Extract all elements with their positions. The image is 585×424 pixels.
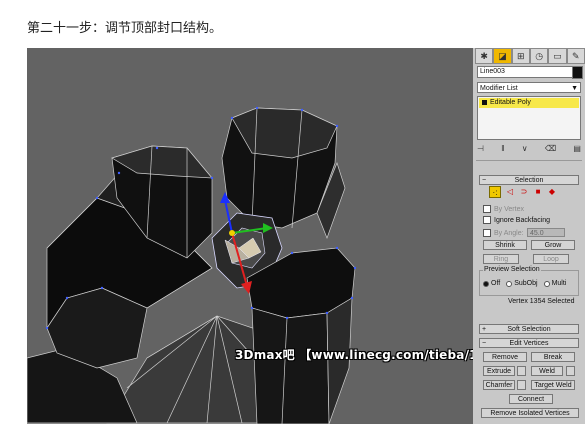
preview-multi-radio[interactable]: Multi — [543, 280, 567, 287]
target-weld-button[interactable]: Target Weld — [531, 380, 575, 390]
selection-rollout-header[interactable]: − Selection — [479, 175, 579, 185]
stack-toolbar: ⊣ ǁ ∨ ⌫ ▤ — [477, 144, 581, 156]
break-button[interactable]: Break — [531, 352, 575, 362]
divider — [476, 160, 582, 161]
motion-tab-icon[interactable]: ◷ — [529, 48, 549, 64]
stack-item-icon — [482, 100, 487, 105]
object-color-swatch[interactable] — [572, 66, 583, 79]
collapse-icon: − — [482, 340, 487, 347]
by-angle-label: By Angle: — [494, 229, 524, 237]
extrude-button[interactable]: Extrude — [483, 366, 515, 376]
pin-stack-icon[interactable]: ⊣ — [477, 144, 484, 156]
ignore-backfacing-label: Ignore Backfacing — [494, 216, 551, 224]
modifier-stack: Editable Poly — [477, 96, 581, 140]
3d-viewport[interactable] — [27, 48, 473, 424]
soft-selection-rollout-header[interactable]: + Soft Selection — [479, 324, 579, 334]
lower-right-tube-mesh — [246, 247, 356, 424]
preview-subobj-label: SubObj — [514, 280, 538, 287]
checkbox-box — [483, 229, 491, 237]
element-mode-icon[interactable]: ◆ — [547, 186, 557, 196]
chamfer-settings-icon[interactable] — [517, 380, 526, 390]
preview-off-label: Off — [491, 280, 501, 287]
preview-off-radio[interactable]: Off — [483, 280, 500, 287]
make-unique-icon[interactable]: ∨ — [522, 144, 528, 156]
checkbox-box — [483, 205, 491, 213]
radio-dot — [483, 280, 489, 287]
shrink-button[interactable]: Shrink — [483, 240, 527, 250]
command-panel: ✱ ◪ ⊞ ◷ ▭ ✎ Line003 Modifier List ▼ Edit… — [473, 48, 585, 424]
angle-spinner[interactable]: 45.0 — [527, 228, 565, 237]
weld-button[interactable]: Weld — [531, 366, 563, 376]
stack-item-label: Editable Poly — [490, 99, 531, 106]
radio-dot — [506, 280, 513, 287]
edge-mode-icon[interactable]: ◁ — [505, 186, 515, 196]
weld-settings-icon[interactable] — [566, 366, 575, 376]
loop-button[interactable]: Loop — [533, 254, 569, 264]
soft-selection-title: Soft Selection — [507, 326, 551, 333]
preview-subobj-radio[interactable]: SubObj — [506, 280, 538, 287]
stack-item-editable-poly[interactable]: Editable Poly — [479, 98, 579, 108]
modifier-list-dropdown[interactable]: Modifier List ▼ — [477, 82, 581, 93]
edit-vertices-title: Edit Vertices — [509, 340, 549, 347]
by-angle-checkbox[interactable]: By Angle: — [483, 229, 524, 237]
command-panel-tabs: ✱ ◪ ⊞ ◷ ▭ ✎ — [475, 48, 585, 64]
create-tab-icon[interactable]: ✱ — [475, 48, 494, 64]
chamfer-button[interactable]: Chamfer — [483, 380, 515, 390]
collapse-icon: − — [482, 177, 487, 184]
preview-selection-radios: Off SubObj Multi — [483, 280, 566, 287]
selection-status-text: Vertex 1354 Selected — [508, 298, 575, 305]
modifier-list-label: Modifier List — [480, 85, 518, 92]
extrude-settings-icon[interactable] — [517, 366, 526, 376]
polygon-mode-icon[interactable]: ■ — [533, 186, 543, 196]
configure-modifier-sets-icon[interactable]: ▤ — [573, 144, 581, 156]
vertex-mode-icon[interactable]: ·: — [489, 186, 501, 198]
hierarchy-tab-icon[interactable]: ⊞ — [511, 48, 530, 64]
subobject-level-buttons: ·: ◁ ⊃ ■ ◆ — [489, 186, 557, 198]
utilities-tab-icon[interactable]: ✎ — [566, 48, 585, 64]
border-mode-icon[interactable]: ⊃ — [519, 186, 529, 196]
show-end-result-icon[interactable]: ǁ — [501, 144, 504, 156]
checkbox-box — [483, 216, 491, 224]
chevron-down-icon: ▼ — [571, 85, 578, 92]
preview-multi-label: Multi — [551, 280, 567, 287]
step-caption: 第二十一步：调节顶部封口结构。 — [27, 21, 223, 36]
preview-selection-label: Preview Selection — [483, 266, 541, 273]
by-vertex-checkbox[interactable]: By Vertex — [483, 205, 524, 213]
mesh-render — [27, 106, 357, 424]
ignore-backfacing-checkbox[interactable]: Ignore Backfacing — [483, 216, 550, 224]
edit-vertices-rollout-header[interactable]: − Edit Vertices — [479, 338, 579, 348]
by-vertex-label: By Vertex — [494, 205, 524, 213]
remove-button[interactable]: Remove — [483, 352, 527, 362]
radio-dot — [543, 280, 550, 287]
selection-rollout-title: Selection — [514, 177, 544, 184]
object-name-field[interactable]: Line003 — [477, 66, 573, 78]
display-tab-icon[interactable]: ▭ — [548, 48, 567, 64]
connect-button[interactable]: Connect — [509, 394, 553, 404]
remove-isolated-vertices-button[interactable]: Remove Isolated Vertices — [481, 408, 579, 418]
expand-icon: + — [482, 326, 487, 333]
modify-tab-icon[interactable]: ◪ — [493, 48, 512, 64]
ring-button[interactable]: Ring — [483, 254, 519, 264]
remove-modifier-icon[interactable]: ⌫ — [545, 144, 556, 156]
grow-button[interactable]: Grow — [531, 240, 575, 250]
